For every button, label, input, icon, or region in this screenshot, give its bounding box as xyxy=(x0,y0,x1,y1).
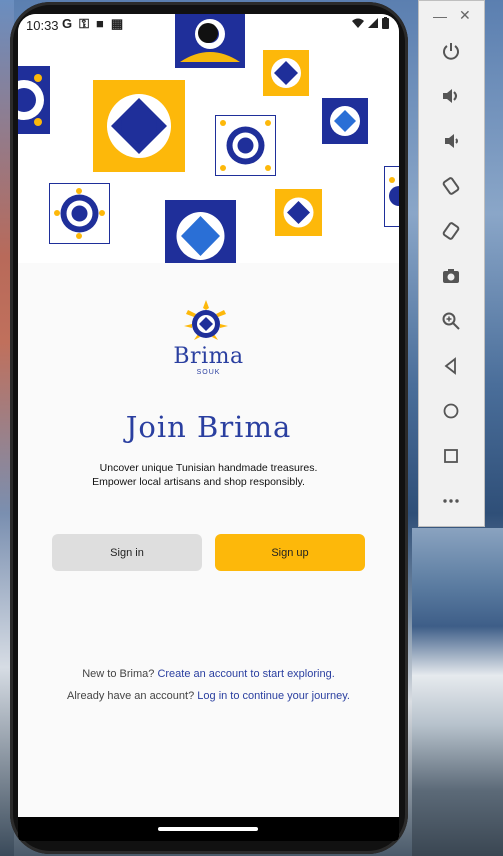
sign-in-button[interactable]: Sign in xyxy=(52,534,202,571)
battery-icon xyxy=(382,17,389,29)
sign-up-button[interactable]: Sign up xyxy=(215,534,365,571)
home-icon[interactable] xyxy=(437,397,465,425)
signup-prompt: New to Brima? Create an account to start… xyxy=(18,668,399,680)
rotate-left-icon[interactable] xyxy=(437,172,465,200)
signal-icon xyxy=(368,18,378,28)
brand-name: Brima xyxy=(173,344,244,369)
minimize-icon[interactable]: — xyxy=(433,8,447,24)
emulator-toolbar: — ✕ xyxy=(418,0,485,527)
sdcard-icon: ■ xyxy=(96,16,104,31)
home-gesture-handle[interactable] xyxy=(158,827,258,831)
login-prompt: Already have an account? Log in to conti… xyxy=(18,690,399,702)
tagline: Uncover unique Tunisian handmade treasur… xyxy=(18,461,399,489)
login-link[interactable]: Log in to continue your journey. xyxy=(197,690,350,702)
tagline-line-1: Uncover unique Tunisian handmade treasur… xyxy=(99,462,318,474)
tile-decoration xyxy=(263,50,309,96)
status-icons-left: G ⚿ ■ ▦ xyxy=(62,16,123,32)
tile-decoration xyxy=(49,183,110,244)
brand-logo-icon xyxy=(180,300,232,346)
tile-decoration xyxy=(384,166,399,227)
key-icon: ⚿ xyxy=(79,16,90,31)
camera-icon[interactable] xyxy=(437,262,465,290)
tile-decoration xyxy=(275,189,322,236)
tagline-line-2: Empower local artisans and shop responsi… xyxy=(92,476,305,488)
google-icon: G xyxy=(62,16,73,31)
layout-icon: ▦ xyxy=(110,16,124,31)
tile-decoration xyxy=(322,98,368,144)
tile-decoration xyxy=(165,200,236,263)
volume-down-icon[interactable] xyxy=(437,127,465,155)
desktop-background-right xyxy=(412,528,503,856)
tile-decoration xyxy=(93,80,185,172)
volume-up-icon[interactable] xyxy=(437,82,465,110)
brand-subtitle: SOUK xyxy=(196,369,221,376)
camera-cutout xyxy=(198,23,218,43)
wifi-icon xyxy=(352,18,364,28)
app-screen: 10:33 G ⚿ ■ ▦ Brima SOUK Join Brima Unco… xyxy=(18,14,399,841)
create-account-link[interactable]: Create an account to start exploring. xyxy=(157,668,334,680)
overview-icon[interactable] xyxy=(437,442,465,470)
status-icons-right xyxy=(352,17,389,29)
zoom-icon[interactable] xyxy=(437,307,465,335)
signup-prompt-text: New to Brima? xyxy=(82,668,155,680)
page-title: Join Brima xyxy=(125,410,292,444)
rotate-right-icon[interactable] xyxy=(437,217,465,245)
back-icon[interactable] xyxy=(437,352,465,380)
login-prompt-text: Already have an account? xyxy=(67,690,195,702)
emulator-window-controls: — ✕ xyxy=(419,7,486,25)
tile-decoration xyxy=(215,115,276,176)
more-icon[interactable] xyxy=(437,487,465,515)
gesture-nav-bar xyxy=(18,817,399,841)
status-time: 10:33 xyxy=(26,18,59,33)
tile-pattern-banner xyxy=(18,14,399,263)
close-icon[interactable]: ✕ xyxy=(459,7,471,24)
power-icon[interactable] xyxy=(437,37,465,65)
tile-decoration xyxy=(18,66,50,134)
